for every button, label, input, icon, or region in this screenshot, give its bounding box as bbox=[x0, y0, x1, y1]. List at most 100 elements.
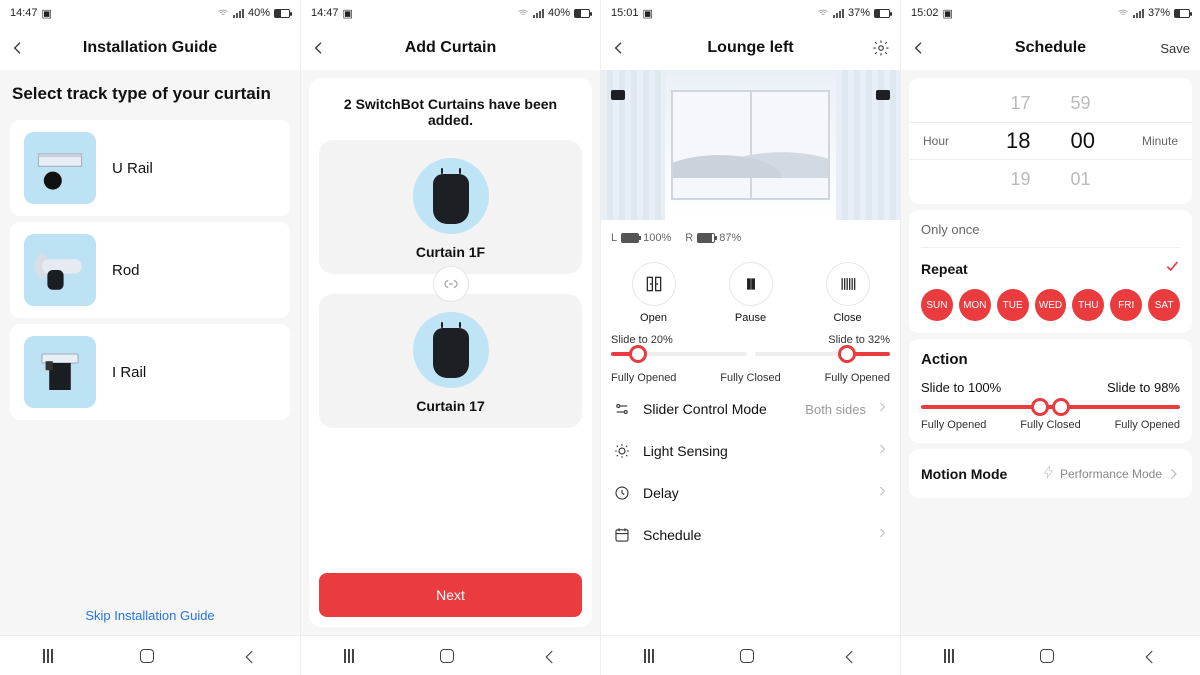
only-once-option[interactable]: Only once bbox=[921, 222, 1180, 248]
nav-home[interactable] bbox=[1040, 649, 1054, 663]
status-bar: 15:01 ▣ 37% bbox=[601, 0, 900, 26]
back-button[interactable] bbox=[911, 26, 927, 70]
page-title: Add Curtain bbox=[405, 39, 497, 57]
next-button[interactable]: Next bbox=[319, 573, 582, 617]
cap-fully-opened-r: Fully Opened bbox=[825, 372, 890, 384]
day-mon[interactable]: MON bbox=[959, 289, 991, 321]
hour-prev[interactable]: 17 bbox=[1010, 93, 1030, 114]
page-title: Installation Guide bbox=[83, 39, 217, 57]
chevron-right-icon bbox=[876, 526, 888, 544]
motion-value: Performance Mode bbox=[1060, 467, 1162, 481]
menu-slider-mode[interactable]: Slider Control Mode Both sides bbox=[601, 388, 900, 430]
clock-icon bbox=[613, 484, 633, 502]
track-option-irail[interactable]: I Rail bbox=[10, 324, 290, 420]
day-wed[interactable]: WED bbox=[1035, 289, 1067, 321]
chevron-right-icon bbox=[1166, 467, 1180, 481]
back-button[interactable] bbox=[10, 26, 26, 70]
battery-icon bbox=[574, 9, 590, 18]
open-button[interactable]: Open bbox=[632, 262, 676, 324]
repeat-option[interactable]: Repeat bbox=[921, 261, 968, 277]
system-nav bbox=[601, 635, 900, 675]
wifi-icon bbox=[517, 7, 529, 19]
track-label: I Rail bbox=[112, 364, 146, 381]
day-fri[interactable]: FRI bbox=[1110, 289, 1142, 321]
time-picker[interactable]: 1759 Hour 18 00 Minute 1901 bbox=[909, 78, 1192, 204]
minute-selected[interactable]: 00 bbox=[1071, 128, 1095, 154]
cap-m: Fully Closed bbox=[1020, 419, 1081, 431]
day-thu[interactable]: THU bbox=[1072, 289, 1104, 321]
track-option-urail[interactable]: U Rail bbox=[10, 120, 290, 216]
status-time: 15:01 bbox=[611, 7, 639, 19]
camera-icon: ▣ bbox=[343, 7, 353, 20]
slider-left-label: Slide to 20% bbox=[611, 334, 673, 346]
app-bar: Installation Guide bbox=[0, 26, 300, 70]
day-tue[interactable]: TUE bbox=[997, 289, 1029, 321]
back-button[interactable] bbox=[311, 26, 327, 70]
camera-icon: ▣ bbox=[42, 7, 52, 20]
system-nav bbox=[301, 635, 600, 675]
nav-recents[interactable] bbox=[644, 649, 654, 663]
chevron-right-icon bbox=[876, 484, 888, 502]
link-icon[interactable] bbox=[433, 266, 469, 302]
device-card[interactable]: Curtain 17 bbox=[319, 294, 582, 428]
action-slider[interactable] bbox=[921, 405, 1180, 409]
slider-right-label: Slide to 32% bbox=[828, 334, 890, 346]
device-card[interactable]: Curtain 1F bbox=[319, 140, 582, 274]
nav-recents[interactable] bbox=[944, 649, 954, 663]
open-label: Open bbox=[640, 312, 667, 324]
slider-left[interactable] bbox=[611, 352, 747, 356]
batt-l-label: L bbox=[611, 232, 617, 244]
menu-delay[interactable]: Delay bbox=[601, 472, 900, 514]
minute-prev[interactable]: 59 bbox=[1071, 93, 1091, 114]
device-image bbox=[413, 158, 489, 234]
nav-back[interactable] bbox=[1141, 648, 1157, 664]
signal-icon bbox=[233, 9, 244, 18]
battery-icon bbox=[1174, 9, 1190, 18]
day-sat[interactable]: SAT bbox=[1148, 289, 1180, 321]
status-time: 14:47 bbox=[311, 7, 339, 19]
nav-recents[interactable] bbox=[43, 649, 53, 663]
nav-recents[interactable] bbox=[344, 649, 354, 663]
menu-schedule[interactable]: Schedule bbox=[601, 514, 900, 556]
status-bar: 15:02 ▣ 37% bbox=[901, 0, 1200, 26]
light-icon bbox=[613, 442, 633, 460]
action-right-label: Slide to 98% bbox=[1107, 380, 1180, 395]
signal-icon bbox=[533, 9, 544, 18]
save-button[interactable]: Save bbox=[1160, 41, 1190, 56]
settings-button[interactable] bbox=[872, 26, 890, 70]
nav-back[interactable] bbox=[841, 648, 857, 664]
back-button[interactable] bbox=[611, 26, 627, 70]
signal-icon bbox=[1133, 9, 1144, 18]
menu-label: Delay bbox=[643, 485, 866, 501]
day-sun[interactable]: SUN bbox=[921, 289, 953, 321]
hour-selected[interactable]: 18 bbox=[1006, 128, 1030, 154]
cap-fully-opened: Fully Opened bbox=[611, 372, 676, 384]
batt-r-label: R bbox=[685, 232, 693, 244]
menu-label: Light Sensing bbox=[643, 443, 866, 459]
close-button[interactable]: Close bbox=[826, 262, 870, 324]
menu-value: Both sides bbox=[805, 402, 866, 417]
device-image bbox=[413, 312, 489, 388]
nav-back[interactable] bbox=[541, 648, 557, 664]
slider-right[interactable] bbox=[755, 352, 891, 356]
rod-icon bbox=[24, 234, 96, 306]
action-heading: Action bbox=[921, 351, 1180, 368]
cap-r: Fully Opened bbox=[1115, 419, 1180, 431]
track-option-rod[interactable]: Rod bbox=[10, 222, 290, 318]
chevron-right-icon bbox=[876, 442, 888, 460]
system-nav bbox=[0, 635, 300, 675]
skip-link[interactable]: Skip Installation Guide bbox=[0, 608, 300, 623]
nav-home[interactable] bbox=[140, 649, 154, 663]
minute-next[interactable]: 01 bbox=[1071, 169, 1091, 190]
added-message: 2 SwitchBot Curtains have been added. bbox=[319, 88, 582, 140]
motion-mode-row[interactable]: Motion Mode Performance Mode bbox=[921, 461, 1180, 486]
nav-home[interactable] bbox=[740, 649, 754, 663]
nav-back[interactable] bbox=[241, 648, 257, 664]
nav-home[interactable] bbox=[440, 649, 454, 663]
hour-next[interactable]: 19 bbox=[1010, 169, 1030, 190]
wifi-icon bbox=[1117, 7, 1129, 19]
pause-button[interactable]: Pause bbox=[729, 262, 773, 324]
hour-label: Hour bbox=[923, 134, 949, 148]
system-nav bbox=[901, 635, 1200, 675]
menu-light-sensing[interactable]: Light Sensing bbox=[601, 430, 900, 472]
